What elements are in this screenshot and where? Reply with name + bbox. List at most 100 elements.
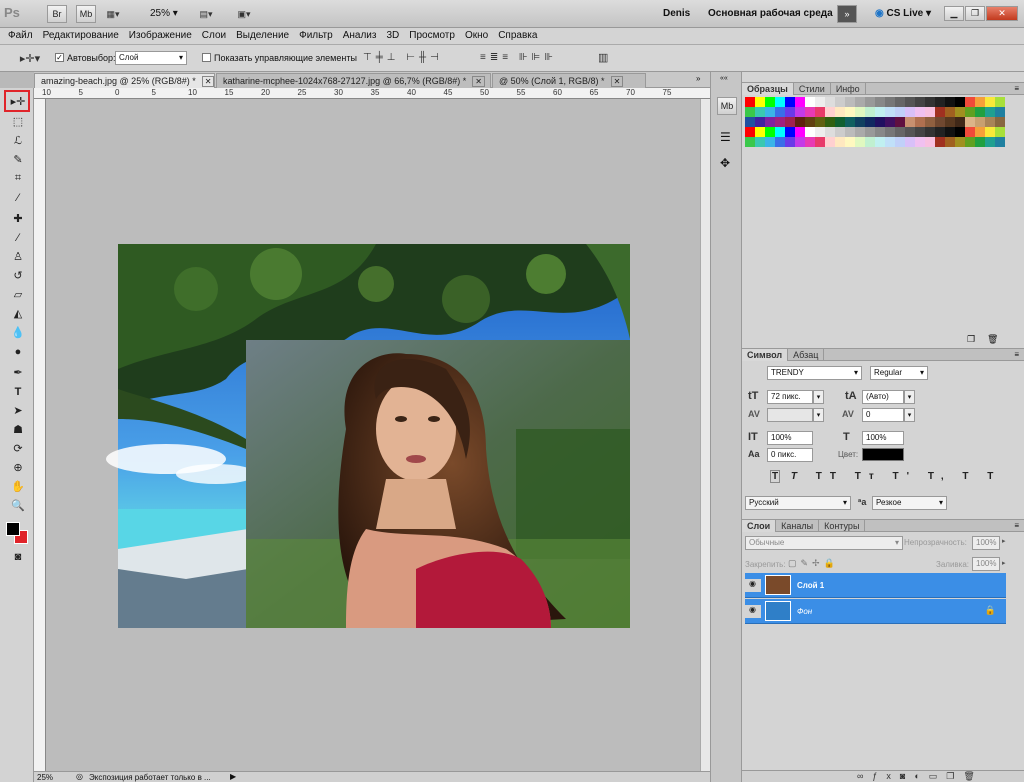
color-swatch[interactable]: [815, 127, 825, 137]
eye-icon[interactable]: ◉: [744, 579, 761, 592]
restore-button[interactable]: ❐: [965, 6, 985, 21]
color-swatch[interactable]: [925, 107, 935, 117]
status-menu-arrow-icon[interactable]: ▶: [230, 772, 236, 781]
color-swatch[interactable]: [915, 117, 925, 127]
tab-swatches[interactable]: Образцы: [742, 83, 794, 95]
minibridge-panel-icon[interactable]: Mb: [717, 97, 737, 115]
color-swatch[interactable]: [805, 117, 815, 127]
menu-edit[interactable]: Редактирование: [38, 28, 124, 41]
color-swatch[interactable]: [885, 107, 895, 117]
color-swatch[interactable]: [865, 107, 875, 117]
panel-menu-icon[interactable]: ≡: [1014, 521, 1019, 530]
opacity-field[interactable]: 100%: [972, 536, 1000, 550]
bridge-button[interactable]: Br: [47, 5, 67, 23]
color-swatch[interactable]: [965, 107, 975, 117]
color-swatch[interactable]: [745, 107, 755, 117]
color-swatch[interactable]: [905, 117, 915, 127]
document-canvas[interactable]: [46, 99, 700, 771]
color-swatch[interactable]: [925, 117, 935, 127]
color-swatch[interactable]: [965, 127, 975, 137]
color-swatch[interactable]: [985, 117, 995, 127]
foreground-color[interactable]: [6, 522, 20, 536]
status-zoom[interactable]: 25%: [37, 773, 53, 782]
color-swatch[interactable]: [935, 117, 945, 127]
color-swatch[interactable]: [765, 117, 775, 127]
tab-channels[interactable]: Каналы: [776, 520, 820, 532]
color-swatch[interactable]: [815, 97, 825, 107]
color-swatch[interactable]: [935, 97, 945, 107]
font-size-field[interactable]: 72 пикс.: [767, 390, 813, 404]
color-swatch[interactable]: [835, 137, 845, 147]
fill-dropdown-icon[interactable]: ▸: [1002, 559, 1006, 567]
color-swatch[interactable]: [845, 137, 855, 147]
color-swatch[interactable]: [915, 107, 925, 117]
close-icon[interactable]: ✕: [472, 76, 485, 87]
quick-mask-icon[interactable]: ◙: [9, 548, 27, 565]
color-swatch[interactable]: [825, 97, 835, 107]
color-swatch[interactable]: [915, 97, 925, 107]
clone-stamp-icon[interactable]: ♙: [9, 248, 27, 265]
color-swatch[interactable]: [865, 137, 875, 147]
language-dropdown[interactable]: Русский ▾: [745, 496, 851, 510]
color-swatch[interactable]: [785, 137, 795, 147]
color-swatch[interactable]: [915, 137, 925, 147]
blend-mode-dropdown[interactable]: Обычные ▾: [745, 536, 903, 550]
color-swatch[interactable]: [975, 97, 985, 107]
color-swatch[interactable]: [865, 117, 875, 127]
color-swatch[interactable]: [745, 117, 755, 127]
arrange-documents-icon[interactable]: ▤▾: [198, 7, 214, 21]
lock-buttons[interactable]: ▢✎✢🔒: [788, 558, 839, 569]
menu-layers[interactable]: Слои: [197, 28, 231, 41]
color-swatch[interactable]: [895, 127, 905, 137]
minibridge-button[interactable]: Mb: [76, 5, 96, 23]
color-swatch[interactable]: [755, 137, 765, 147]
color-swatch[interactable]: [965, 117, 975, 127]
color-swatch[interactable]: [755, 97, 765, 107]
color-swatch[interactable]: [845, 117, 855, 127]
align-buttons[interactable]: ⊤╪⊥ ⊢╫⊣: [363, 52, 443, 63]
color-swatch[interactable]: [905, 107, 915, 117]
color-swatch[interactable]: [845, 107, 855, 117]
color-swatch[interactable]: [745, 127, 755, 137]
color-swatch[interactable]: [985, 97, 995, 107]
color-swatch[interactable]: [975, 137, 985, 147]
color-swatch[interactable]: [915, 127, 925, 137]
color-swatch[interactable]: [775, 117, 785, 127]
color-swatch[interactable]: [875, 97, 885, 107]
color-swatch[interactable]: [885, 137, 895, 147]
color-swatch[interactable]: [985, 127, 995, 137]
color-swatch[interactable]: [815, 137, 825, 147]
3d-orbit-icon[interactable]: ⊕: [9, 459, 27, 476]
menu-image[interactable]: Изображение: [124, 28, 197, 41]
more-workspaces-button[interactable]: »: [837, 5, 857, 23]
menu-select[interactable]: Выделение: [231, 28, 294, 41]
color-swatch[interactable]: [835, 107, 845, 117]
menu-window[interactable]: Окно: [460, 28, 493, 41]
tab-paragraph[interactable]: Абзац: [788, 349, 825, 361]
color-swatch[interactable]: [765, 137, 775, 147]
color-swatch[interactable]: [995, 127, 1005, 137]
color-swatch[interactable]: [955, 127, 965, 137]
auto-align-icon[interactable]: ▥: [598, 51, 608, 64]
tab-paths[interactable]: Контуры: [819, 520, 866, 532]
color-swatch[interactable]: [785, 117, 795, 127]
tab-katharine[interactable]: katharine-mcphee-1024x768-27127.jpg @ 66…: [216, 73, 491, 88]
menu-filter[interactable]: Фильтр: [294, 28, 338, 41]
new-swatch-icon[interactable]: ❐: [967, 334, 975, 345]
color-swatch[interactable]: [875, 117, 885, 127]
close-button[interactable]: ✕: [986, 6, 1018, 21]
color-swatch[interactable]: [885, 117, 895, 127]
color-swatch[interactable]: [875, 127, 885, 137]
color-swatch[interactable]: [835, 127, 845, 137]
color-swatch[interactable]: [925, 97, 935, 107]
brush-tool-icon[interactable]: ∕: [9, 229, 27, 246]
baseline-shift-field[interactable]: 0 пикс.: [767, 448, 813, 462]
history-panel-icon[interactable]: ☰: [720, 130, 731, 144]
panel-menu-icon[interactable]: ≡: [1014, 84, 1019, 93]
color-swatch[interactable]: [775, 97, 785, 107]
color-swatch[interactable]: [775, 127, 785, 137]
move-tool-preset-icon[interactable]: ▸✛▾: [15, 51, 45, 65]
color-swatch[interactable]: [945, 97, 955, 107]
color-swatch[interactable]: [875, 107, 885, 117]
pen-tool-icon[interactable]: ✒: [9, 364, 27, 381]
